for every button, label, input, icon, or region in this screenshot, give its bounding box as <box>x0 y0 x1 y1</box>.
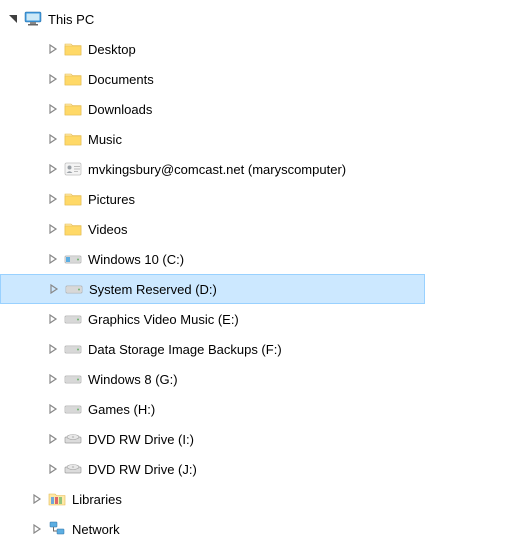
libraries-icon <box>48 490 66 508</box>
tree-item[interactable]: System Reserved (D:) <box>0 274 425 304</box>
tree-item[interactable]: mvkingsbury@comcast.net (maryscomputer) <box>0 154 509 184</box>
tree-item[interactable]: Desktop <box>0 34 509 64</box>
drive-icon <box>64 370 82 388</box>
tree-item-label: Data Storage Image Backups (F:) <box>88 342 282 357</box>
tree-item-label: Windows 10 (C:) <box>88 252 184 267</box>
chevron-right-icon[interactable] <box>46 252 60 266</box>
chevron-right-icon[interactable] <box>46 132 60 146</box>
chevron-right-icon[interactable] <box>46 312 60 326</box>
tree-item[interactable]: Graphics Video Music (E:) <box>0 304 509 334</box>
tree-item-label: Games (H:) <box>88 402 155 417</box>
tree-item-label: Network <box>72 522 120 537</box>
folder-icon <box>64 220 82 238</box>
chevron-right-icon[interactable] <box>30 492 44 506</box>
dvd-drive-icon <box>64 460 82 478</box>
tree-item[interactable]: DVD RW Drive (I:) <box>0 424 509 454</box>
chevron-right-icon[interactable] <box>46 432 60 446</box>
tree-item-label: Music <box>88 132 122 147</box>
tree-item-label: Videos <box>88 222 128 237</box>
tree-item-label: This PC <box>48 12 94 27</box>
tree-item-label: DVD RW Drive (J:) <box>88 462 197 477</box>
tree-item[interactable]: Pictures <box>0 184 509 214</box>
tree-item-network[interactable]: Network <box>0 514 509 544</box>
chevron-right-icon[interactable] <box>46 402 60 416</box>
tree-item-label: Desktop <box>88 42 136 57</box>
tree-item-label: Downloads <box>88 102 152 117</box>
drive-icon <box>64 340 82 358</box>
contact-icon <box>64 160 82 178</box>
folder-icon <box>64 40 82 58</box>
chevron-right-icon[interactable] <box>46 342 60 356</box>
folder-icon <box>64 100 82 118</box>
chevron-down-icon[interactable] <box>6 12 20 26</box>
tree-item-libraries[interactable]: Libraries <box>0 484 509 514</box>
drive-icon <box>64 250 82 268</box>
tree-item-label: Pictures <box>88 192 135 207</box>
folder-icon <box>64 130 82 148</box>
tree-item-label: Windows 8 (G:) <box>88 372 178 387</box>
tree-item[interactable]: Downloads <box>0 94 509 124</box>
navigation-tree: This PC Desktop Documents Downloads Music mv… <box>0 4 509 544</box>
folder-icon <box>64 190 82 208</box>
dvd-drive-icon <box>64 430 82 448</box>
tree-item[interactable]: Documents <box>0 64 509 94</box>
tree-item-label: Libraries <box>72 492 122 507</box>
tree-item[interactable]: Windows 10 (C:) <box>0 244 509 274</box>
tree-item[interactable]: Videos <box>0 214 509 244</box>
tree-item[interactable]: Windows 8 (G:) <box>0 364 509 394</box>
chevron-right-icon[interactable] <box>46 72 60 86</box>
tree-item[interactable]: DVD RW Drive (J:) <box>0 454 509 484</box>
chevron-right-icon[interactable] <box>46 42 60 56</box>
tree-item[interactable]: Games (H:) <box>0 394 509 424</box>
folder-icon <box>64 70 82 88</box>
tree-item-label: DVD RW Drive (I:) <box>88 432 194 447</box>
drive-icon <box>64 310 82 328</box>
tree-item[interactable]: Data Storage Image Backups (F:) <box>0 334 509 364</box>
drive-icon <box>64 400 82 418</box>
network-icon <box>48 520 66 538</box>
chevron-right-icon[interactable] <box>47 282 61 296</box>
tree-item-label: mvkingsbury@comcast.net (maryscomputer) <box>88 162 346 177</box>
chevron-right-icon[interactable] <box>46 372 60 386</box>
tree-item-this-pc[interactable]: This PC <box>0 4 509 34</box>
tree-item-label: System Reserved (D:) <box>89 282 217 297</box>
chevron-right-icon[interactable] <box>46 102 60 116</box>
chevron-right-icon[interactable] <box>46 162 60 176</box>
tree-item-label: Graphics Video Music (E:) <box>88 312 239 327</box>
chevron-right-icon[interactable] <box>46 192 60 206</box>
chevron-right-icon[interactable] <box>46 222 60 236</box>
tree-item[interactable]: Music <box>0 124 509 154</box>
chevron-right-icon[interactable] <box>30 522 44 536</box>
this-pc-icon <box>24 10 42 28</box>
drive-icon <box>65 280 83 298</box>
tree-item-label: Documents <box>88 72 154 87</box>
chevron-right-icon[interactable] <box>46 462 60 476</box>
